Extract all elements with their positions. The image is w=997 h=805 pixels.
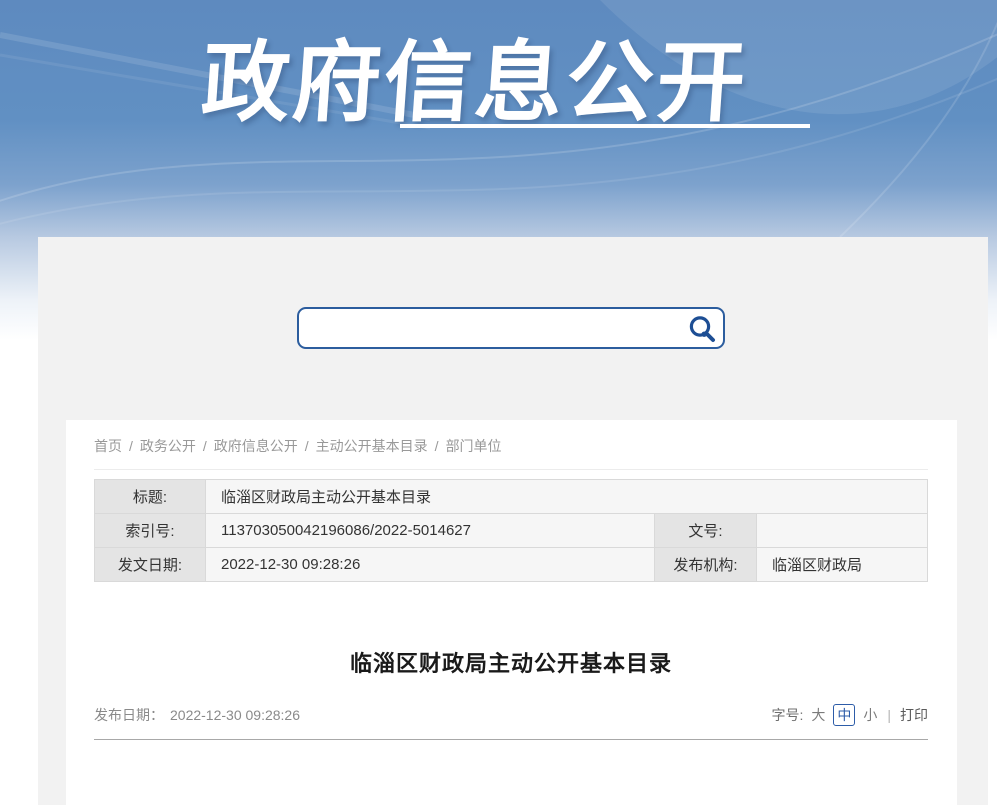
detail-card: 首页 / 政务公开 / 政府信息公开 / 主动公开基本目录 / 部门单位 标题: 临淄区财政局主… bbox=[66, 420, 957, 805]
table-row-date: 发文日期: 2022-12-30 09:28:26 发布机构: 临淄区财政局 bbox=[95, 548, 928, 582]
publish-date: 发布日期： 2022-12-30 09:28:26 bbox=[94, 705, 300, 725]
breadcrumb-xinxigongkai[interactable]: 政府信息公开 bbox=[214, 438, 298, 454]
font-size-large-button[interactable]: 大 bbox=[811, 705, 825, 725]
breadcrumb-separator: / bbox=[129, 438, 133, 454]
title-label: 标题: bbox=[95, 480, 206, 514]
issue-date-value: 2022-12-30 09:28:26 bbox=[206, 548, 655, 582]
table-row-title: 标题: 临淄区财政局主动公开基本目录 bbox=[95, 480, 928, 514]
breadcrumb: 首页 / 政务公开 / 政府信息公开 / 主动公开基本目录 / 部门单位 bbox=[94, 432, 928, 470]
table-row-index: 索引号: 113703050042196086/2022-5014627 文号: bbox=[95, 514, 928, 548]
search-box bbox=[297, 307, 725, 349]
publisher-value: 临淄区财政局 bbox=[757, 548, 928, 582]
banner: 政府信息公开 bbox=[0, 0, 997, 237]
breadcrumb-zhudonggongkai[interactable]: 主动公开基本目录 bbox=[316, 438, 428, 454]
publish-date-value: 2022-12-30 09:28:26 bbox=[170, 707, 300, 723]
breadcrumb-separator: / bbox=[203, 438, 207, 454]
doc-number-value bbox=[757, 514, 928, 548]
font-size-controls: 字号: 大 中 小 | 打印 bbox=[771, 704, 928, 726]
font-size-small-button[interactable]: 小 bbox=[863, 705, 877, 725]
breadcrumb-home[interactable]: 首页 bbox=[94, 438, 122, 454]
article-title: 临淄区财政局主动公开基本目录 bbox=[94, 646, 928, 678]
breadcrumb-bumen[interactable]: 部门单位 bbox=[446, 438, 502, 454]
page-title: 政府信息公开 bbox=[0, 12, 997, 139]
font-size-label: 字号: bbox=[771, 705, 803, 725]
search-icon[interactable] bbox=[687, 314, 716, 343]
title-underline bbox=[400, 124, 810, 128]
breadcrumb-zhengwu[interactable]: 政务公开 bbox=[140, 438, 196, 454]
breadcrumb-separator: / bbox=[305, 438, 309, 454]
article-meta-bar: 发布日期： 2022-12-30 09:28:26 字号: 大 中 小 | 打印 bbox=[94, 704, 928, 740]
doc-number-label: 文号: bbox=[655, 514, 757, 548]
publisher-label: 发布机构: bbox=[655, 548, 757, 582]
print-button[interactable]: 打印 bbox=[900, 705, 928, 725]
publish-date-label: 发布日期： bbox=[94, 705, 164, 725]
content-panel: 首页 / 政务公开 / 政府信息公开 / 主动公开基本目录 / 部门单位 标题: 临淄区财政局主… bbox=[38, 237, 988, 805]
index-number-value: 113703050042196086/2022-5014627 bbox=[206, 514, 655, 548]
meta-separator: | bbox=[887, 707, 891, 723]
title-value: 临淄区财政局主动公开基本目录 bbox=[206, 480, 928, 514]
font-size-medium-button[interactable]: 中 bbox=[833, 704, 855, 726]
index-number-label: 索引号: bbox=[95, 514, 206, 548]
search-input[interactable] bbox=[299, 309, 723, 347]
document-info-table: 标题: 临淄区财政局主动公开基本目录 索引号: 1137030500421960… bbox=[94, 479, 928, 582]
issue-date-label: 发文日期: bbox=[95, 548, 206, 582]
breadcrumb-separator: / bbox=[435, 438, 439, 454]
